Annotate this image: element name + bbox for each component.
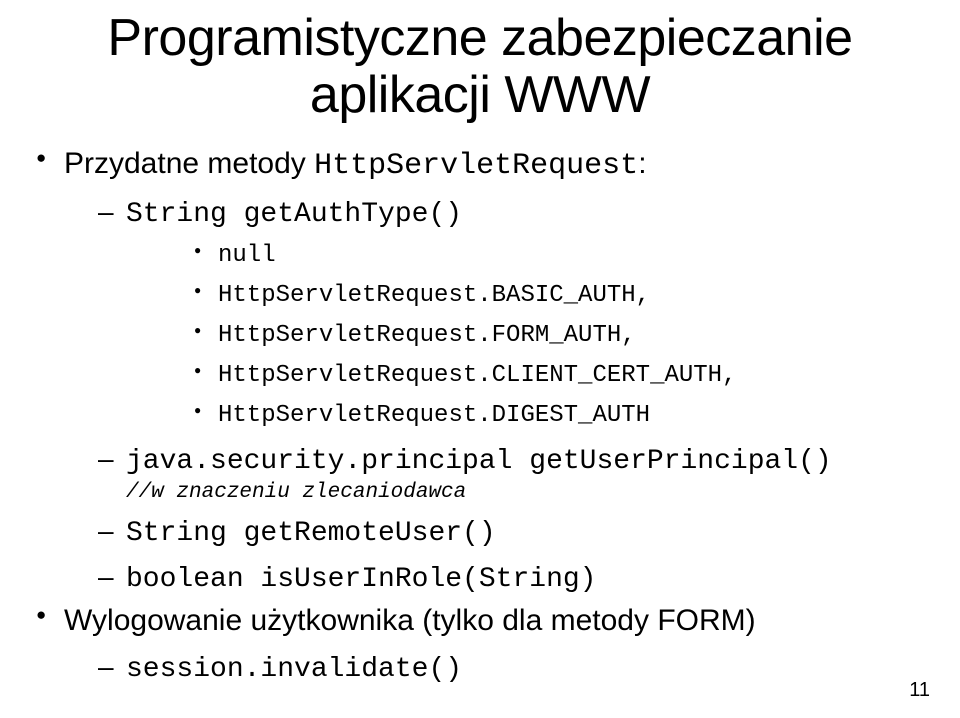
- b1-1-2-code: HttpServletRequest.BASIC_AUTH,: [218, 282, 650, 309]
- bullet-form-auth: HttpServletRequest.FORM_AUTH,: [126, 316, 930, 354]
- bullet-basic-auth: HttpServletRequest.BASIC_AUTH,: [126, 276, 930, 314]
- b1-1-1-code: null: [218, 242, 276, 269]
- bullet-null: null: [126, 236, 930, 274]
- b1-1-code: String getAuthType(): [126, 199, 462, 230]
- b2-text: Wylogowanie użytkownika (tylko dla metod…: [64, 604, 756, 637]
- sublist-authvalues: null HttpServletRequest.BASIC_AUTH, Http…: [126, 236, 930, 434]
- slide: Programistyczne zabezpieczanie aplikacji…: [0, 0, 960, 718]
- b1-2-code: java.security.principal getUserPrincipal…: [126, 446, 832, 477]
- page-number: 11: [909, 679, 930, 702]
- b1-1-3-code: HttpServletRequest.FORM_AUTH,: [218, 322, 636, 349]
- sublist-methods: String getAuthType() null HttpServletReq…: [64, 193, 930, 599]
- b1-suffix: :: [638, 147, 646, 180]
- title-line-1: Programistyczne zabezpieczanie: [107, 9, 852, 67]
- bullet-digest-auth: HttpServletRequest.DIGEST_AUTH: [126, 396, 930, 434]
- bullet-getuserprincipal: java.security.principal getUserPrincipal…: [64, 440, 930, 506]
- b1-prefix: Przydatne metody: [64, 147, 314, 180]
- slide-title: Programistyczne zabezpieczanie aplikacji…: [30, 10, 930, 124]
- b2-1-code: session.invalidate(): [126, 654, 462, 685]
- b1-code: HttpServletRequest: [314, 149, 638, 183]
- b1-2-comment: //w znaczeniu zlecaniodawca: [126, 480, 930, 505]
- b1-4-code: boolean isUserInRole(String): [126, 564, 596, 595]
- bullet-logout: Wylogowanie użytkownika (tylko dla metod…: [30, 601, 930, 688]
- bullet-client-cert-auth: HttpServletRequest.CLIENT_CERT_AUTH,: [126, 356, 930, 394]
- b1-1-5-code: HttpServletRequest.DIGEST_AUTH: [218, 402, 650, 429]
- b1-3-code: String getRemoteUser(): [126, 518, 496, 549]
- bullet-list: Przydatne metody HttpServletRequest: Str…: [30, 144, 930, 688]
- bullet-useful-methods: Przydatne metody HttpServletRequest: Str…: [30, 144, 930, 599]
- bullet-getremoteuser: String getRemoteUser(): [64, 512, 930, 553]
- bullet-session-invalidate: session.invalidate(): [64, 648, 930, 689]
- bullet-getauthtype: String getAuthType() null HttpServletReq…: [64, 193, 930, 434]
- sublist-logout: session.invalidate(): [64, 648, 930, 689]
- title-line-2: aplikacji WWW: [310, 66, 650, 124]
- b1-1-4-code: HttpServletRequest.CLIENT_CERT_AUTH,: [218, 362, 736, 389]
- bullet-isuserinrole: boolean isUserInRole(String): [64, 558, 930, 599]
